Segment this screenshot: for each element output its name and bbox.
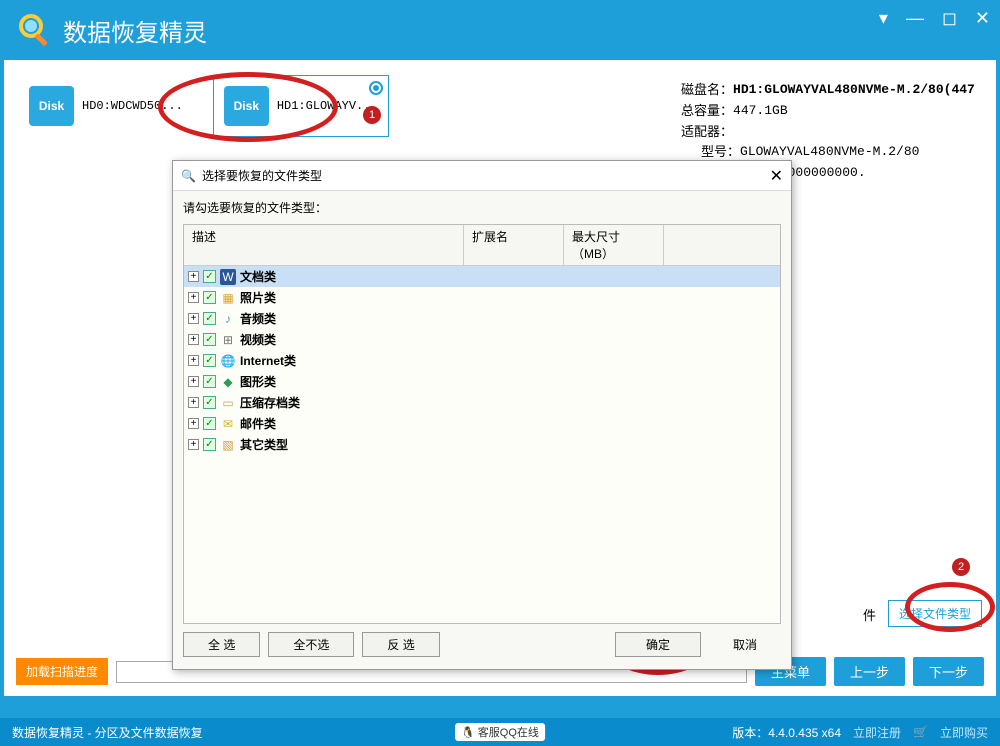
cart-icon: 🛒	[913, 725, 928, 739]
expand-icon[interactable]: +	[188, 334, 199, 345]
category-icon: ▦	[220, 290, 236, 306]
info-label: 磁盘名：	[681, 80, 733, 101]
category-label: 音频类	[240, 310, 276, 327]
status-bar: 数据恢复精灵 - 分区及文件数据恢复 🐧 客服QQ在线 版本：4.4.0.435…	[0, 718, 1000, 746]
category-label: 视频类	[240, 331, 276, 348]
dialog-buttons: 全 选 全不选 反 选 确定 取消	[183, 632, 781, 657]
select-none-button[interactable]: 全不选	[268, 632, 354, 657]
maximize-icon[interactable]: ◻	[942, 8, 957, 29]
checkbox[interactable]: ✓	[203, 417, 216, 430]
dialog-title: 选择要恢复的文件类型	[202, 167, 322, 184]
category-label: 文档类	[240, 268, 276, 285]
close-icon[interactable]: ✕	[975, 8, 990, 29]
category-icon: ♪	[220, 311, 236, 327]
cancel-button[interactable]: 取消	[709, 632, 781, 657]
disk-label: HD0:WDCWD50...	[82, 99, 183, 113]
info-value: 447.1GB	[733, 101, 788, 122]
tree-row[interactable]: + ✓ ▦照片类	[184, 287, 780, 308]
buy-link[interactable]: 立即购买	[940, 724, 988, 741]
checkbox[interactable]: ✓	[203, 438, 216, 451]
dropdown-icon[interactable]: ▾	[879, 8, 888, 29]
invert-button[interactable]: 反 选	[362, 632, 439, 657]
checkbox[interactable]: ✓	[203, 333, 216, 346]
dialog-close-icon[interactable]: ✕	[770, 166, 783, 186]
expand-icon[interactable]: +	[188, 397, 199, 408]
checkbox[interactable]: ✓	[203, 291, 216, 304]
disk-item-0[interactable]: Disk HD0:WDCWD50...	[19, 75, 193, 137]
expand-icon[interactable]: +	[188, 418, 199, 429]
qq-support-badge[interactable]: 🐧 客服QQ在线	[455, 723, 545, 741]
col-maxsize[interactable]: 最大尺寸（MB）	[564, 225, 664, 265]
app-title: 数据恢复精灵	[63, 13, 207, 48]
next-button[interactable]: 下一步	[913, 657, 984, 686]
info-value: HD1:GLOWAYVAL480NVMe-M.2/80(447	[733, 80, 975, 101]
expand-icon[interactable]: +	[188, 313, 199, 324]
tree-row[interactable]: + ✓ W文档类	[184, 266, 780, 287]
titlebar: 数据恢复精灵 ▾ — ◻ ✕	[0, 0, 1000, 60]
annotation-number-2: 2	[952, 558, 970, 576]
window-controls: ▾ — ◻ ✕	[879, 8, 990, 29]
select-all-button[interactable]: 全 选	[183, 632, 260, 657]
checkbox[interactable]: ✓	[203, 354, 216, 367]
tree-row[interactable]: + ✓ ◆图形类	[184, 371, 780, 392]
category-icon: ⊞	[220, 332, 236, 348]
category-icon: ▧	[220, 437, 236, 453]
category-icon: 🌐	[220, 353, 236, 369]
app-logo-icon	[15, 10, 55, 50]
expand-icon[interactable]: +	[188, 292, 199, 303]
category-icon: ▭	[220, 395, 236, 411]
category-icon: W	[220, 269, 236, 285]
disk-icon: Disk	[224, 86, 269, 126]
prev-button[interactable]: 上一步	[834, 657, 905, 686]
app-logo: 数据恢复精灵	[15, 10, 207, 50]
checkbox[interactable]: ✓	[203, 312, 216, 325]
tree-row[interactable]: + ✓ ▭压缩存档类	[184, 392, 780, 413]
tree-row[interactable]: + ✓ ⊞视频类	[184, 329, 780, 350]
tree-row[interactable]: + ✓ ▧其它类型	[184, 434, 780, 455]
annotation-number-1: 1	[363, 106, 381, 124]
dialog-prompt: 请勾选要恢复的文件类型：	[173, 191, 791, 224]
radio-selected-icon	[369, 81, 383, 95]
checkbox[interactable]: ✓	[203, 375, 216, 388]
tree-row[interactable]: + ✓ ♪音频类	[184, 308, 780, 329]
table-header: 描述 扩展名 最大尺寸（MB）	[184, 225, 780, 266]
file-type-dialog: 🔍 选择要恢复的文件类型 ✕ 请勾选要恢复的文件类型： 描述 扩展名 最大尺寸（…	[172, 160, 792, 670]
tree-row[interactable]: + ✓ 🌐Internet类	[184, 350, 780, 371]
version-text: 版本：4.4.0.435 x64	[732, 724, 841, 741]
dialog-icon: 🔍	[181, 169, 196, 183]
select-file-type-button[interactable]: 选择文件类型	[888, 600, 982, 627]
category-label: Internet类	[240, 352, 296, 369]
info-label: 总容量：	[681, 101, 733, 122]
disk-item-1[interactable]: Disk HD1:GLOWAYV...	[213, 75, 389, 137]
checkbox[interactable]: ✓	[203, 270, 216, 283]
file-type-table: 描述 扩展名 最大尺寸（MB） + ✓ W文档类 + ✓ ▦照片类 + ✓ ♪音频类 + ✓ ⊞视频类…	[183, 224, 781, 624]
load-progress-button[interactable]: 加载扫描进度	[16, 658, 108, 685]
col-extension[interactable]: 扩展名	[464, 225, 564, 265]
tree-row[interactable]: + ✓ ✉邮件类	[184, 413, 780, 434]
category-label: 压缩存档类	[240, 394, 300, 411]
category-label: 其它类型	[240, 436, 288, 453]
info-label: 适配器：	[681, 122, 733, 143]
ok-button[interactable]: 确定	[615, 632, 701, 657]
expand-icon[interactable]: +	[188, 355, 199, 366]
minimize-icon[interactable]: —	[906, 8, 924, 29]
penguin-icon: 🐧	[461, 726, 475, 739]
category-label: 照片类	[240, 289, 276, 306]
breadcrumb: 数据恢复精灵 - 分区及文件数据恢复	[12, 724, 203, 741]
file-hint: 件	[863, 605, 876, 624]
expand-icon[interactable]: +	[188, 439, 199, 450]
register-link[interactable]: 立即注册	[853, 724, 901, 741]
category-icon: ✉	[220, 416, 236, 432]
checkbox[interactable]: ✓	[203, 396, 216, 409]
disk-label: HD1:GLOWAYV...	[277, 99, 378, 113]
dialog-titlebar: 🔍 选择要恢复的文件类型 ✕	[173, 161, 791, 191]
expand-icon[interactable]: +	[188, 271, 199, 282]
category-icon: ◆	[220, 374, 236, 390]
col-description[interactable]: 描述	[184, 225, 464, 265]
disk-icon: Disk	[29, 86, 74, 126]
category-label: 邮件类	[240, 415, 276, 432]
disk-list: Disk HD0:WDCWD50... Disk HD1:GLOWAYV...	[19, 75, 389, 137]
expand-icon[interactable]: +	[188, 376, 199, 387]
category-label: 图形类	[240, 373, 276, 390]
